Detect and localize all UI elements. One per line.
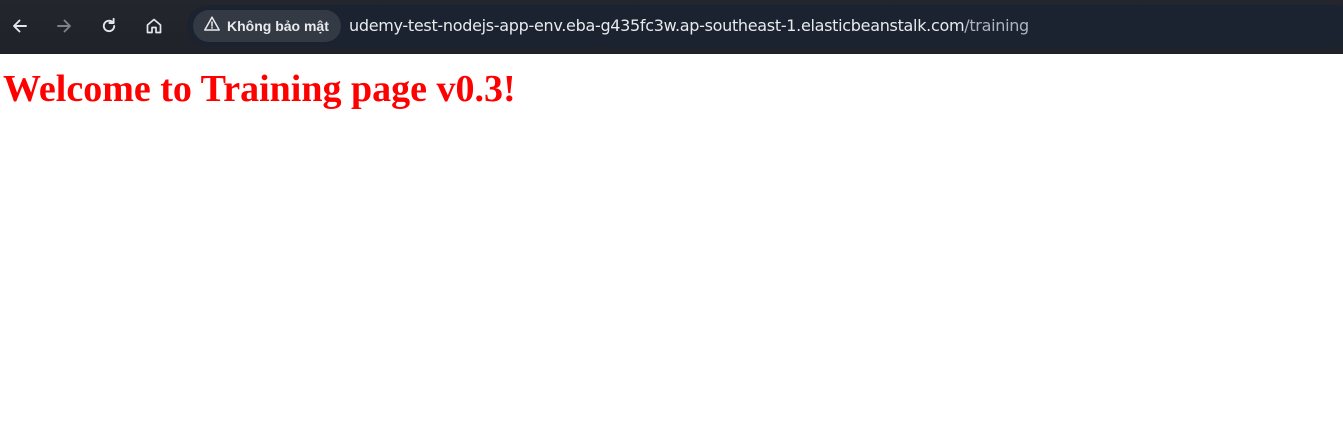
browser-toolbar: Không bảo mật udemy-test-nodejs-app-env.… xyxy=(0,0,1343,54)
page-heading: Welcome to Training page v0.3! xyxy=(3,68,516,110)
home-icon xyxy=(144,16,164,36)
arrow-left-icon xyxy=(10,16,30,36)
security-label: Không bảo mật xyxy=(227,18,329,34)
warning-triangle-icon xyxy=(203,15,221,38)
page-content: Welcome to Training page v0.3! xyxy=(0,54,1343,444)
reload-icon xyxy=(99,16,119,36)
back-button[interactable] xyxy=(3,9,37,43)
forward-button[interactable] xyxy=(47,9,81,43)
url-text[interactable]: udemy-test-nodejs-app-env.eba-g435fc3w.a… xyxy=(349,5,1029,47)
address-bar[interactable]: Không bảo mật udemy-test-nodejs-app-env.… xyxy=(187,5,1343,47)
site-info-button[interactable]: Không bảo mật xyxy=(193,10,341,42)
reload-button[interactable] xyxy=(92,9,126,43)
url-host: udemy-test-nodejs-app-env.eba-g435fc3w.a… xyxy=(349,16,965,35)
url-path: /training xyxy=(964,16,1029,35)
home-button[interactable] xyxy=(137,9,171,43)
arrow-right-icon xyxy=(54,16,74,36)
